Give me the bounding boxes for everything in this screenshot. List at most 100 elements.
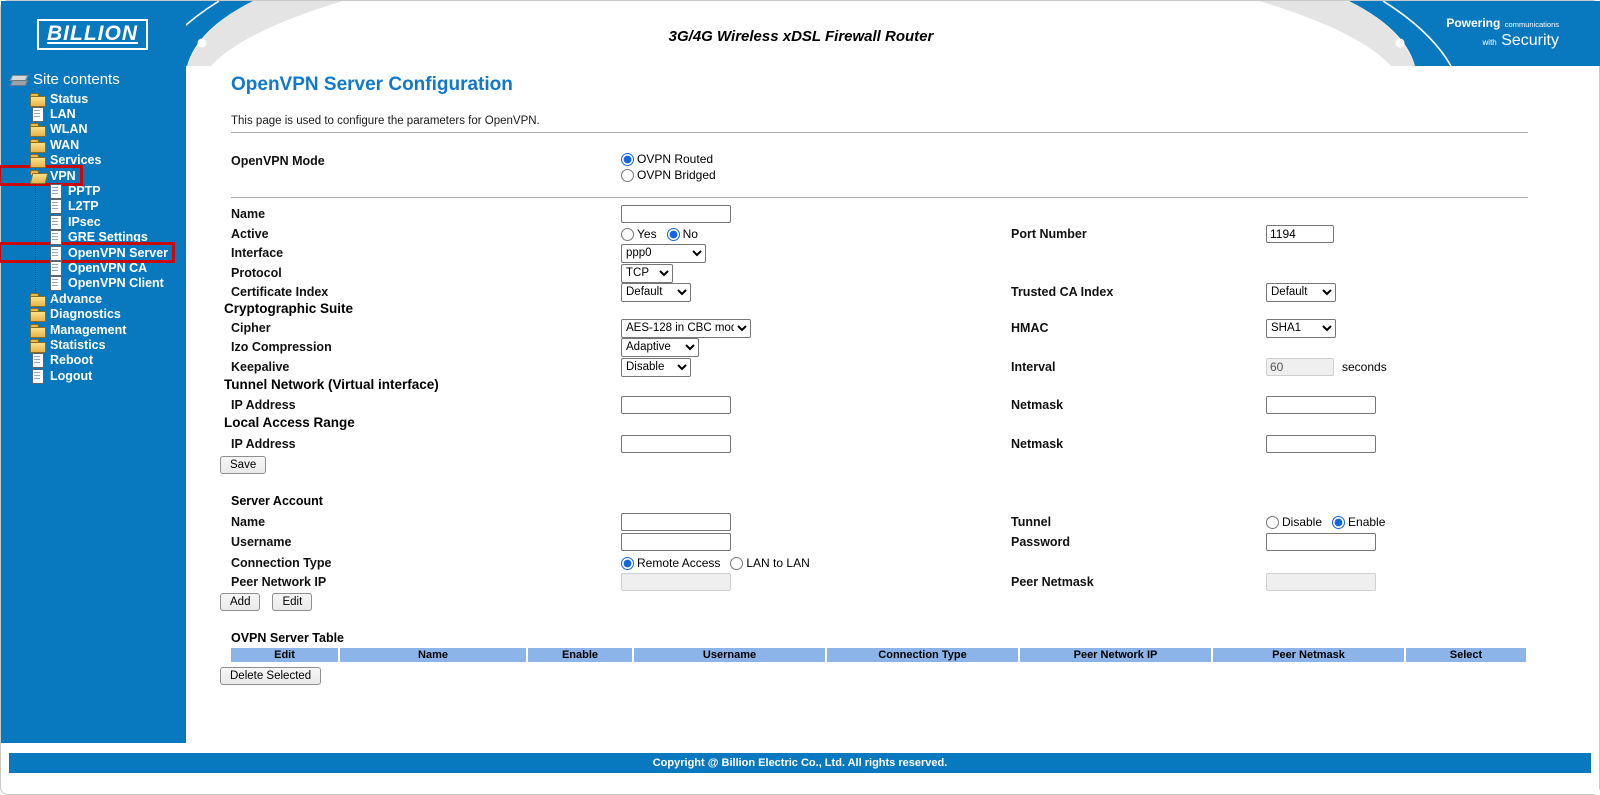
protocol-select[interactable]: TCP (621, 263, 673, 283)
certificate-index-label: Certificate Index (231, 285, 329, 299)
folder-icon (29, 323, 46, 338)
file-icon (47, 260, 63, 276)
tunnel-disable-radio[interactable] (1266, 515, 1279, 529)
certificate-index-row: Certificate Index Default Trusted CA Ind… (231, 282, 1571, 302)
sidebar-item-services[interactable]: Services (1, 153, 102, 169)
local-ip-input[interactable] (621, 435, 731, 453)
sidebar-item-label: Reboot (50, 353, 94, 368)
sidebar-item-pptp[interactable]: PPTP (1, 183, 101, 200)
interval-input (1266, 358, 1334, 376)
sidebar-item-lan[interactable]: LAN (1, 106, 76, 123)
tunnel-ip-input[interactable] (621, 396, 731, 414)
tagline-security: Security (1501, 31, 1559, 49)
tunnel-netmask-input[interactable] (1266, 396, 1376, 414)
sidebar-item-l2tp[interactable]: L2TP (1, 199, 99, 215)
sidebar-item-wlan[interactable]: WLAN (1, 122, 88, 138)
tunnel-disable-option[interactable]: Disable (1266, 515, 1322, 529)
header: BILLION 3G/4G Wireless xDSL Firewall Rou… (1, 1, 1600, 66)
interface-row: Interface ppp0 (231, 243, 1571, 263)
active-yes-radio[interactable] (621, 227, 634, 241)
tagline-powering: Powering (1446, 16, 1501, 30)
tunnel-enable-option[interactable]: Enable (1332, 515, 1385, 529)
account-name-input[interactable] (621, 513, 731, 531)
table-col-peer-network-ip: Peer Network IP (1020, 648, 1211, 662)
divider (231, 132, 1528, 133)
file-icon (47, 245, 63, 261)
sidebar-item-reboot[interactable]: Reboot (1, 353, 94, 369)
folder-icon (29, 92, 46, 107)
name-input[interactable] (621, 205, 731, 223)
sidebar-item-label: Diagnostics (50, 307, 121, 322)
sidebar-item-vpn[interactable]: VPN (0, 164, 83, 187)
sidebar-item-openvpn-client[interactable]: OpenVPN Client (1, 276, 164, 292)
sidebar-item-openvpn-ca[interactable]: OpenVPN CA (1, 260, 147, 276)
edit-button[interactable]: Edit (272, 593, 313, 611)
lan-to-lan-radio[interactable] (730, 556, 744, 570)
file-icon (47, 184, 63, 200)
port-number-input[interactable] (1266, 225, 1334, 243)
page-root: { "header": { "logo": "BILLION", "title"… (0, 0, 1600, 795)
interface-select[interactable]: ppp0 (621, 243, 706, 263)
sidebar: Site contents Status LAN WLAN WAN Services VP… (0, 1, 186, 743)
remote-access-option[interactable]: Remote Access (621, 556, 720, 570)
sidebar-item-label: Services (50, 153, 102, 168)
active-yes-option[interactable]: Yes (621, 227, 657, 241)
izo-compression-select[interactable]: Adaptive (621, 337, 699, 357)
save-button[interactable]: Save (220, 456, 267, 474)
sidebar-item-gre-settings[interactable]: GRE Settings (1, 230, 148, 246)
ovpn-bridged-radio[interactable] (621, 168, 634, 182)
ovpn-bridged-option[interactable]: OVPN Bridged (621, 167, 716, 183)
tunnel-enable-radio[interactable] (1332, 515, 1346, 529)
sidebar-item-openvpn-server[interactable]: OpenVPN Server (0, 241, 176, 264)
file-icon (47, 276, 63, 292)
sidebar-item-diagnostics[interactable]: Diagnostics (1, 306, 121, 323)
file-icon (29, 107, 45, 123)
file-icon (47, 214, 63, 230)
remote-access-radio[interactable] (621, 556, 634, 570)
table-col-select: Select (1406, 648, 1526, 662)
add-button[interactable]: Add (220, 593, 261, 611)
active-no-radio[interactable] (666, 227, 680, 241)
interval-label: Interval (1011, 360, 1056, 374)
active-no-option[interactable]: No (666, 227, 698, 241)
username-input[interactable] (621, 533, 731, 551)
sidebar-item-ipsec[interactable]: IPsec (1, 214, 101, 230)
tunnel-netmask-label: Netmask (1011, 398, 1064, 412)
local-access-range-heading: Local Access Range (224, 415, 355, 430)
table-col-enable: Enable (528, 648, 632, 662)
file-icon (47, 199, 63, 215)
sidebar-item-advance[interactable]: Advance (1, 291, 102, 307)
connection-type-label: Connection Type (231, 556, 332, 570)
password-input[interactable] (1266, 533, 1376, 551)
sidebar-item-label: IPsec (68, 214, 101, 229)
sidebar-item-label: OpenVPN Server (68, 245, 169, 260)
certificate-index-select[interactable]: Default (621, 282, 691, 302)
table-col-username: Username (634, 648, 825, 662)
ovpn-routed-radio[interactable] (621, 152, 634, 166)
openvpn-mode-radio-group: OVPN Routed OVPN Bridged (621, 151, 716, 183)
delete-selected-button[interactable]: Delete Selected (220, 667, 322, 685)
connection-type-row: Connection Type Remote Access LAN to LAN (231, 553, 1571, 573)
local-netmask-input[interactable] (1266, 435, 1376, 453)
sidebar-tree: Status LAN WLAN WAN Services VPN PPTP L2TP IPsec… (0, 91, 186, 384)
lan-to-lan-option[interactable]: LAN to LAN (730, 556, 810, 570)
local-ip-row: IP Address Netmask (231, 434, 1571, 454)
sidebar-item-label: Statistics (50, 337, 106, 352)
sidebar-item-logout[interactable]: Logout (1, 368, 93, 384)
sidebar-item-label: WLAN (50, 122, 88, 137)
sidebar-item-status[interactable]: Status (1, 91, 88, 107)
sidebar-item-label: Logout (50, 368, 93, 383)
sidebar-item-label: Management (50, 322, 127, 337)
ovpn-routed-option[interactable]: OVPN Routed (621, 151, 713, 167)
save-button-row: Save (220, 456, 267, 474)
cipher-select[interactable]: AES-128 in CBC mode (621, 318, 751, 338)
sidebar-item-management[interactable]: Management (1, 322, 127, 338)
trusted-ca-index-select[interactable]: Default (1266, 282, 1336, 302)
tunnel-label: Tunnel (1011, 515, 1052, 529)
interface-label: Interface (231, 246, 284, 260)
footer: Copyright @ Billion Electric Co., Ltd. A… (9, 753, 1591, 773)
folder-icon (29, 122, 46, 138)
sidebar-item-wan[interactable]: WAN (1, 137, 79, 153)
hmac-select[interactable]: SHA1 (1266, 318, 1336, 338)
keepalive-select[interactable]: Disable (621, 357, 691, 377)
